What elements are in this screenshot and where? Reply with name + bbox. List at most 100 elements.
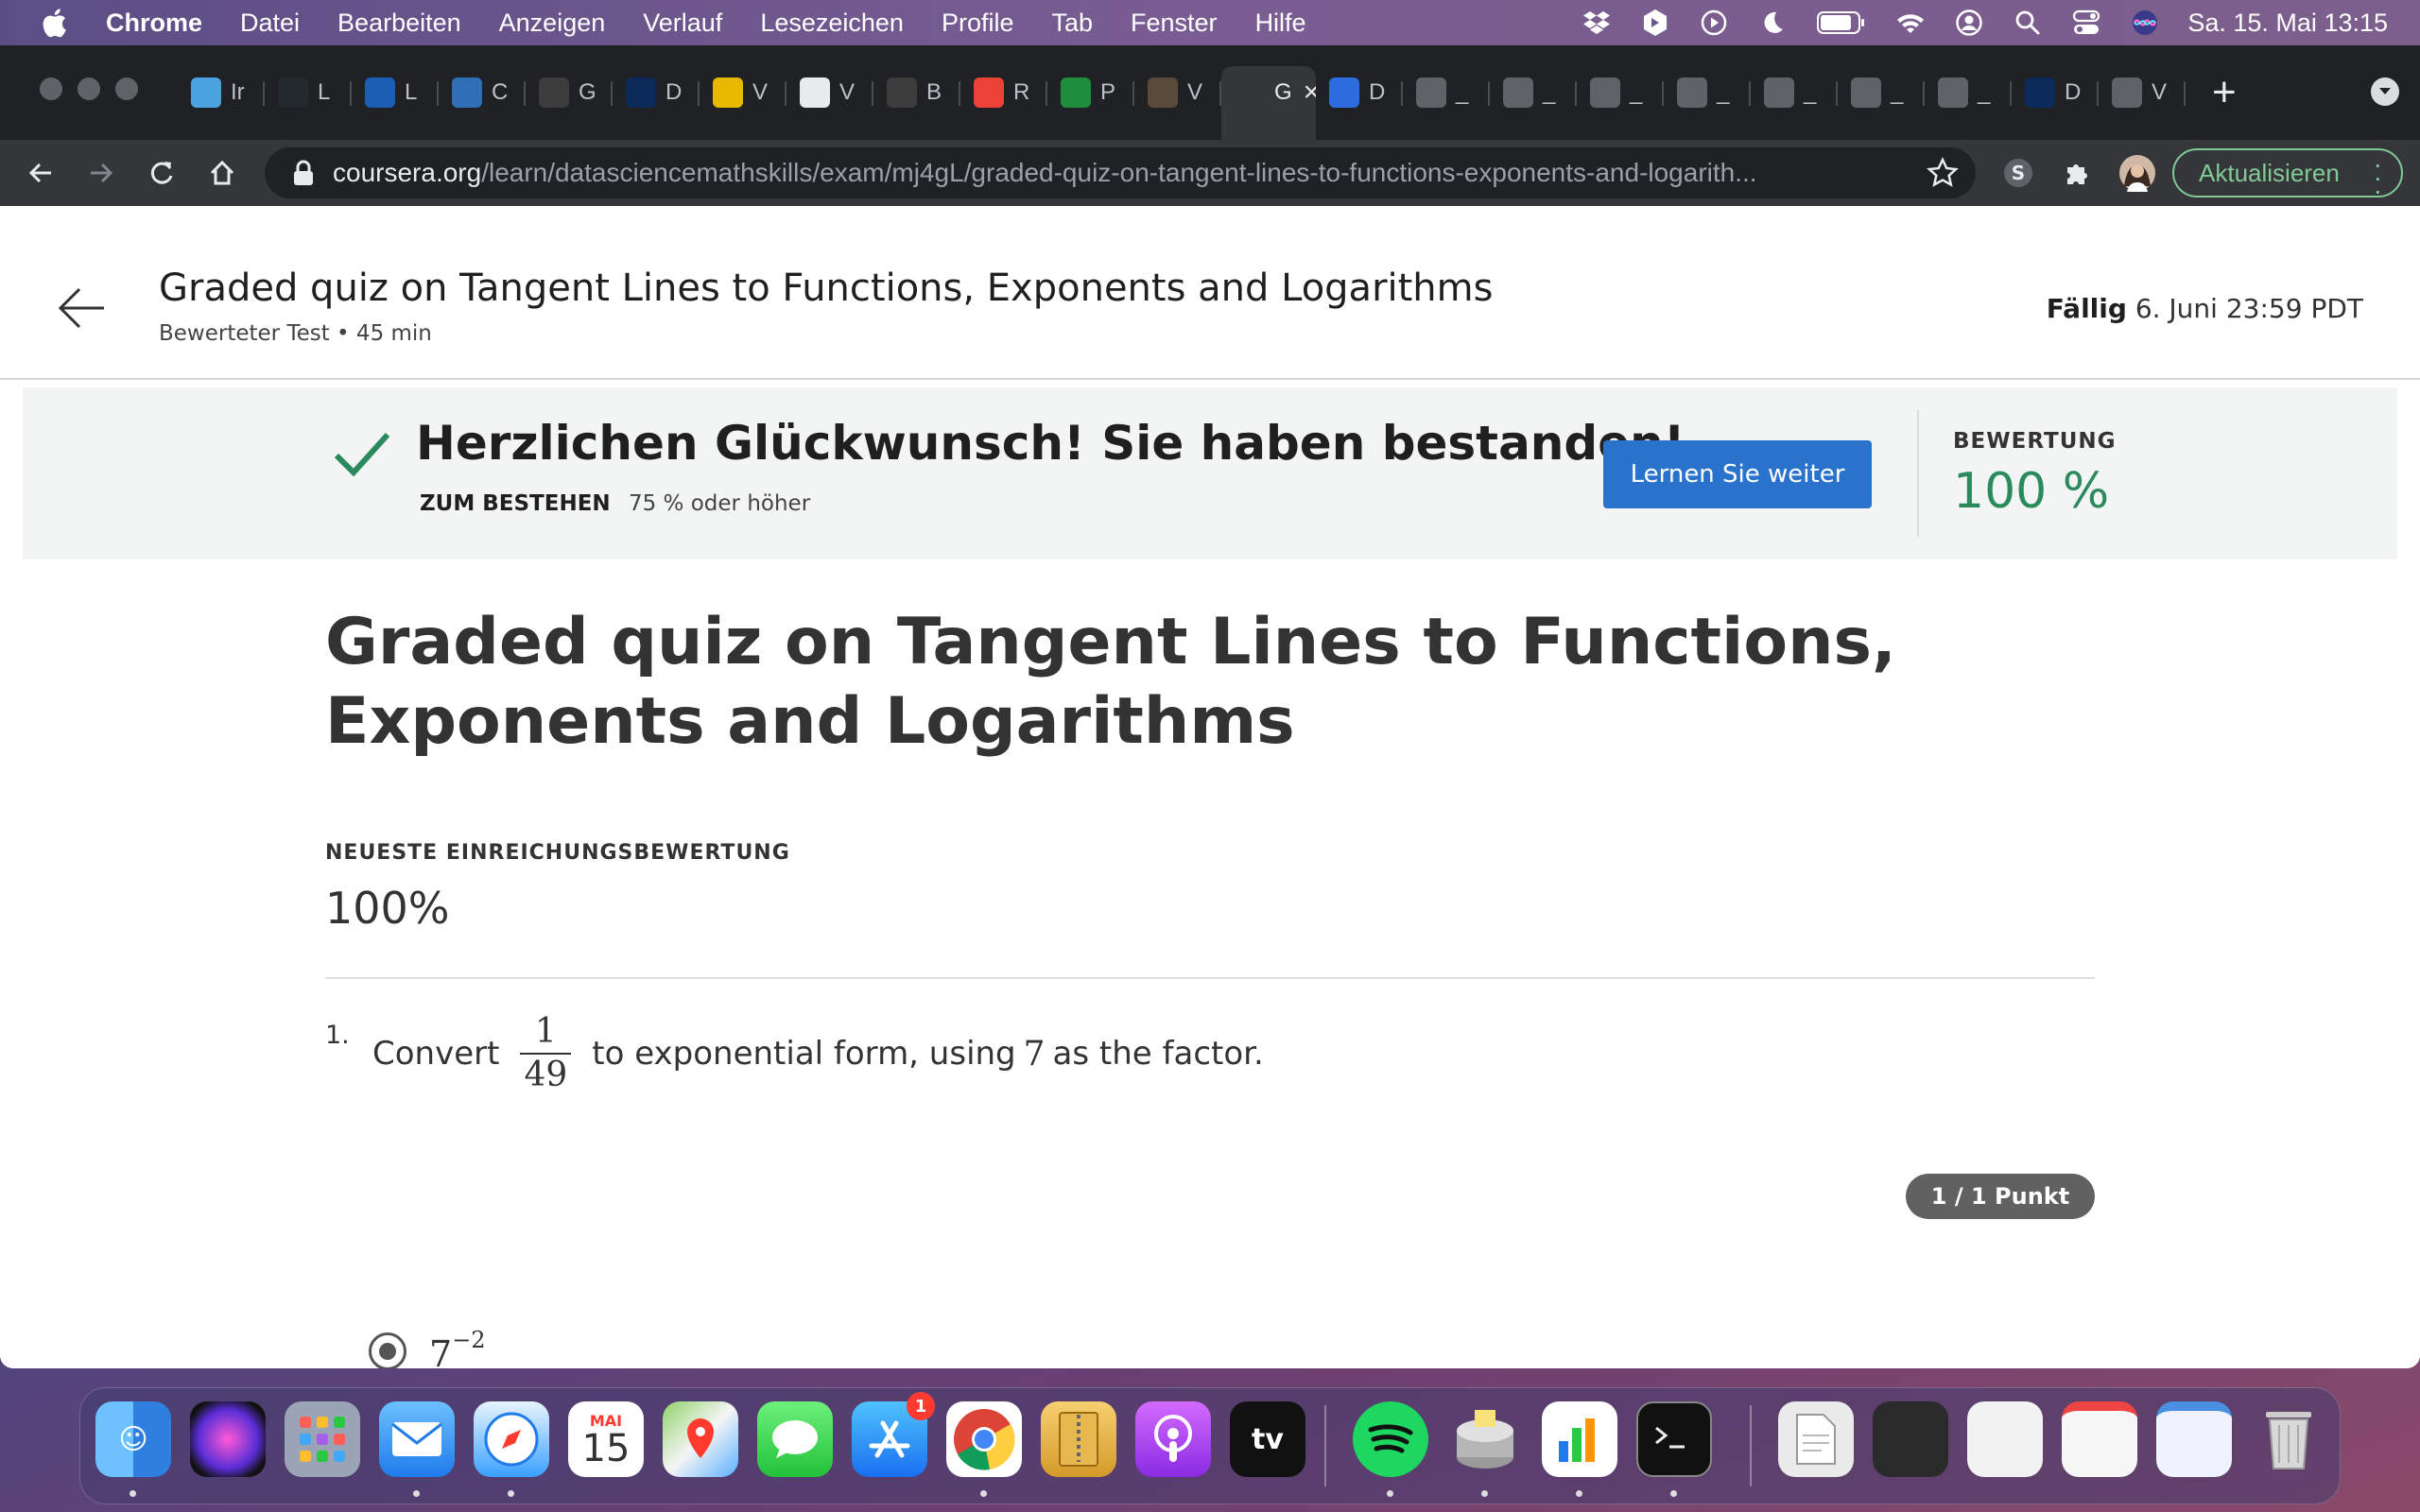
home-button[interactable]	[204, 155, 240, 191]
spotify-icon[interactable]	[1353, 1401, 1428, 1477]
tab[interactable]: _	[1403, 66, 1490, 119]
tab[interactable]: V	[2099, 66, 2186, 119]
reload-button[interactable]	[144, 155, 180, 191]
archive-utility-icon[interactable]	[1041, 1401, 1116, 1477]
disk-utility-icon[interactable]	[1447, 1401, 1523, 1477]
extensions-puzzle-icon[interactable]	[2057, 153, 2097, 193]
battery-icon[interactable]	[1815, 7, 1868, 39]
tab[interactable]: D	[2012, 66, 2099, 119]
siri-app-icon[interactable]	[190, 1401, 266, 1477]
menu-profile[interactable]: Profile	[942, 9, 1014, 38]
messages-icon[interactable]	[757, 1401, 833, 1477]
menubar-clock[interactable]: Sa. 15. Mai 13:15	[2187, 9, 2388, 38]
window-thumbnail-icon[interactable]	[2156, 1401, 2232, 1477]
menu-fenster[interactable]: Fenster	[1131, 9, 1218, 38]
tab[interactable]: L	[352, 66, 439, 119]
control-center-icon[interactable]	[2070, 7, 2102, 39]
tab[interactable]: C	[439, 66, 526, 119]
chrome-dock-icon[interactable]	[946, 1401, 1022, 1477]
tab[interactable]: _	[1664, 66, 1751, 119]
window-thumbnail-icon[interactable]	[1967, 1401, 2043, 1477]
divider	[325, 977, 2095, 979]
hexagon-app-icon[interactable]	[1639, 7, 1671, 39]
numbers-icon[interactable]	[1542, 1401, 1617, 1477]
skype-extension-icon[interactable]: S	[1998, 153, 2038, 193]
tab[interactable]: V	[1134, 66, 1221, 119]
wifi-icon[interactable]	[1894, 7, 1927, 39]
mail-icon[interactable]	[379, 1401, 455, 1477]
tab[interactable]: B	[873, 66, 960, 119]
update-chrome-button[interactable]: Aktualisieren · · ·	[2172, 148, 2403, 204]
tab[interactable]: V	[700, 66, 786, 119]
safari-icon[interactable]	[474, 1401, 549, 1477]
tab[interactable]: P	[1047, 66, 1134, 119]
more-menu-icon[interactable]: · · ·	[2374, 151, 2382, 204]
moon-icon[interactable]	[1756, 7, 1789, 39]
spotlight-search-icon[interactable]	[2012, 7, 2044, 39]
tab[interactable]: D	[613, 66, 700, 119]
back-button[interactable]	[23, 155, 59, 191]
page-header: Graded quiz on Tangent Lines to Function…	[0, 206, 2420, 380]
menu-hilfe[interactable]: Hilfe	[1255, 9, 1306, 38]
tab-search-button[interactable]	[2371, 77, 2399, 106]
pass-value: 75 % oder höher	[628, 491, 811, 516]
tab[interactable]: _	[1925, 66, 2012, 119]
congrats-message: Herzlichen Glückwunsch! Sie haben bestan…	[416, 416, 1685, 471]
zoom-window-button[interactable]	[115, 77, 138, 100]
window-thumbnail-icon[interactable]	[1873, 1401, 1948, 1477]
tab[interactable]: R	[960, 66, 1047, 119]
terminal-icon[interactable]	[1636, 1401, 1712, 1477]
minimize-window-button[interactable]	[78, 77, 100, 100]
apple-menu-icon[interactable]	[40, 8, 68, 38]
forward-button[interactable]	[83, 155, 119, 191]
answer-option-1[interactable]: 7−2	[369, 1327, 486, 1368]
tab[interactable]: G	[526, 66, 613, 119]
tab[interactable]: _	[1838, 66, 1925, 119]
siri-icon[interactable]	[2129, 7, 2161, 39]
calendar-icon[interactable]: MAI 15	[568, 1401, 644, 1477]
tab[interactable]: L	[265, 66, 352, 119]
tab-favicon-icon	[1677, 77, 1707, 108]
tab-favicon-icon	[887, 77, 917, 108]
close-tab-icon[interactable]: ×	[1304, 77, 1316, 109]
close-window-button[interactable]	[40, 77, 62, 100]
apple-tv-icon[interactable]: tv	[1230, 1401, 1305, 1477]
tab[interactable]: Ir	[178, 66, 265, 119]
trash-icon[interactable]	[2251, 1401, 2326, 1477]
bookmark-star-icon[interactable]	[1927, 157, 1959, 189]
profile-avatar[interactable]	[2118, 153, 2157, 193]
tab-favicon-icon	[974, 77, 1004, 108]
menu-datei[interactable]: Datei	[240, 9, 300, 38]
menu-chrome[interactable]: Chrome	[106, 9, 202, 38]
menu-anzeigen[interactable]: Anzeigen	[499, 9, 606, 38]
tab[interactable]: _	[1490, 66, 1577, 119]
tab[interactable]: V	[786, 66, 873, 119]
menu-tab[interactable]: Tab	[1051, 9, 1093, 38]
back-arrow-icon[interactable]	[55, 282, 108, 335]
menu-verlauf[interactable]: Verlauf	[643, 9, 722, 38]
podcasts-icon[interactable]	[1135, 1401, 1211, 1477]
tab[interactable]: _	[1751, 66, 1838, 119]
menu-lesezeichen[interactable]: Lesezeichen	[760, 9, 904, 38]
address-bar[interactable]: coursera.org /learn/datasciencemathskill…	[265, 147, 1976, 198]
play-circle-icon[interactable]	[1698, 7, 1730, 39]
menu-bearbeiten[interactable]: Bearbeiten	[337, 9, 461, 38]
document-icon[interactable]	[1778, 1401, 1854, 1477]
lock-icon[interactable]	[293, 160, 314, 186]
app-store-icon[interactable]: 1	[852, 1392, 935, 1477]
user-account-icon[interactable]	[1953, 7, 1985, 39]
tab[interactable]: D	[1316, 66, 1403, 119]
window-thumbnail-icon[interactable]	[2062, 1401, 2137, 1477]
tab-favicon-icon	[1590, 77, 1620, 108]
url-path: /learn/datasciencemathskills/exam/mj4gL/…	[481, 158, 1757, 187]
radio-button-selected[interactable]	[369, 1332, 406, 1368]
launchpad-icon[interactable]	[285, 1401, 360, 1477]
url-host: coursera.org	[333, 158, 482, 187]
dropbox-icon[interactable]	[1581, 7, 1613, 39]
maps-icon[interactable]	[663, 1401, 738, 1477]
tab-active[interactable]: G ×	[1221, 66, 1316, 140]
finder-icon[interactable]: ☺	[95, 1401, 171, 1477]
new-tab-button[interactable]: +	[2212, 72, 2237, 113]
tab[interactable]: _	[1577, 66, 1664, 119]
continue-learning-button[interactable]: Lernen Sie weiter	[1603, 440, 1872, 508]
